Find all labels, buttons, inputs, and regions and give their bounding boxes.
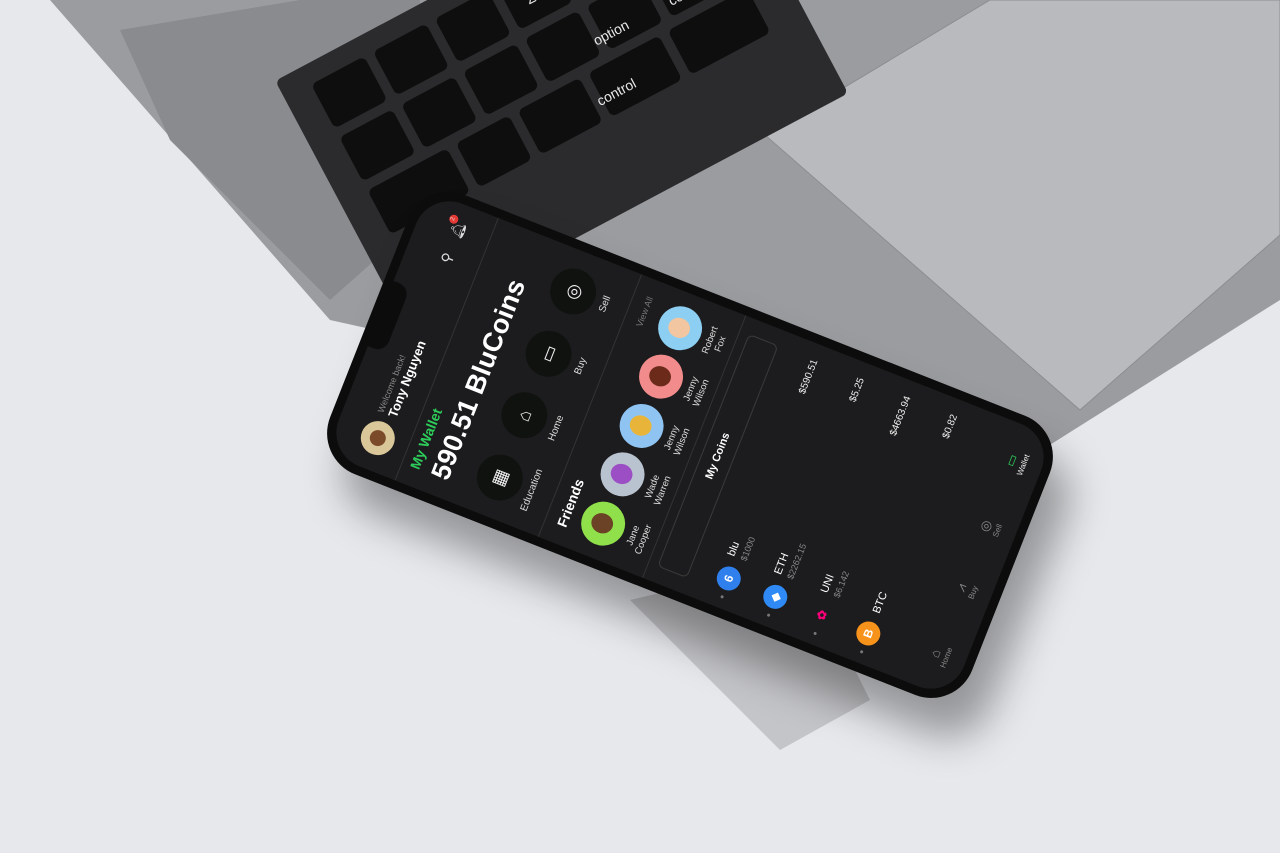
btc-coin-icon: B — [852, 617, 884, 650]
coin-value: $5.25 — [847, 376, 867, 404]
view-all-link[interactable]: View All — [634, 295, 655, 328]
home-icon: ⌂ — [494, 385, 555, 446]
nav-buy[interactable]: ⩘ Buy — [952, 579, 980, 601]
eth-coin-icon: ◆ — [759, 581, 791, 613]
wallet-icon: ▭ — [518, 323, 579, 384]
bell-icon[interactable]: 🔔︎ 2 — [447, 213, 473, 244]
user-avatar[interactable] — [355, 416, 400, 461]
coin-value: $590.51 — [796, 357, 821, 396]
coins-icon: ◎ — [543, 261, 603, 322]
coin-value: $4663.94 — [887, 394, 914, 438]
notification-badge: 2 — [447, 213, 460, 226]
blu-coin-icon: 6 — [713, 562, 745, 595]
search-icon[interactable]: ⚲ — [436, 246, 462, 272]
grid-icon: ▦ — [470, 447, 530, 508]
coin-value: $0.82 — [940, 412, 960, 441]
nav-home[interactable]: ⌂ Home — [924, 641, 955, 670]
nav-wallet[interactable]: ▭ Wallet — [1000, 447, 1032, 477]
uni-coin-icon: ✿ — [813, 607, 831, 623]
nav-sell[interactable]: ◎ Sell — [976, 517, 1004, 539]
